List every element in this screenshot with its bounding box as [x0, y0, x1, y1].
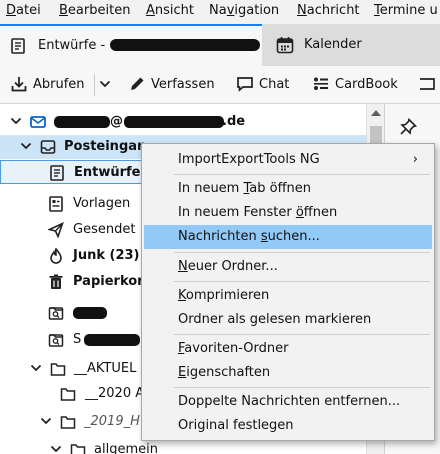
menu-separator — [174, 174, 430, 175]
pin-icon[interactable] — [399, 118, 417, 136]
folder-aktuell-label: __AKTUEL — [74, 361, 137, 376]
folder-icon — [60, 388, 76, 401]
chevron-down-icon — [99, 80, 111, 88]
menu-item-mark-folder-read[interactable]: Ordner als gelesen markieren — [144, 308, 432, 332]
trash-icon — [49, 274, 63, 289]
menu-item-open-in-tab[interactable]: In neuem Tab öffnen — [144, 177, 432, 201]
folder-sent-label: Gesendet — [73, 222, 136, 237]
inbox-icon — [40, 140, 56, 154]
menu-separator — [174, 387, 430, 388]
toolbar-overflow-button[interactable] — [418, 75, 436, 93]
toolbar-divider — [94, 74, 95, 96]
redacted-text — [54, 116, 110, 128]
menubar: Datei Bearbeiten Ansicht Navigation Nach… — [0, 0, 440, 24]
folder-junk-label: Junk (23) — [73, 248, 140, 263]
menu-separator — [174, 252, 430, 253]
tab-calendar-label: Kalender — [304, 37, 362, 52]
fetch-label: Abrufen — [33, 76, 85, 92]
account-row[interactable]: @ .de — [0, 110, 366, 134]
menu-termine[interactable]: Termine u — [374, 3, 438, 18]
redacted-text — [84, 334, 140, 346]
menu-separator — [174, 281, 430, 282]
menu-item-search-messages[interactable]: Nachrichten suchen... — [144, 225, 432, 249]
pencil-icon — [131, 77, 144, 90]
cardbook-button[interactable]: CardBook — [312, 75, 398, 93]
compose-button[interactable]: Verfassen — [128, 75, 215, 93]
chevron-down-icon[interactable] — [20, 140, 32, 152]
templates-icon — [49, 196, 63, 212]
menu-datei[interactable]: Datei — [6, 3, 41, 18]
menu-navigation[interactable]: Navigation — [209, 3, 279, 18]
menu-nachricht[interactable]: Nachricht — [297, 3, 360, 18]
menu-item-favorite-folder[interactable]: Favoriten-Ordner — [144, 337, 432, 361]
folder-2019-label: _2019_H — [84, 414, 140, 429]
fetch-dropdown-button[interactable] — [99, 79, 111, 89]
download-icon — [11, 77, 27, 92]
submenu-arrow-icon: › — [412, 152, 418, 167]
compose-label: Verfassen — [151, 76, 215, 92]
chat-label: Chat — [259, 76, 290, 92]
redacted-text — [124, 116, 224, 128]
drafts-icon — [11, 38, 25, 54]
menu-bearbeiten[interactable]: Bearbeiten — [59, 3, 130, 18]
menu-separator — [174, 334, 430, 335]
folder-drafts-label: Entwürfe — [74, 165, 141, 180]
menu-item-importexporttools[interactable]: ImportExportTools NG › — [144, 148, 432, 172]
fetch-button[interactable]: Abrufen — [10, 75, 85, 93]
tab-drafts[interactable]: Entwürfe - — [0, 24, 262, 66]
folder-icon — [60, 416, 76, 429]
saved-search-icon — [48, 307, 64, 320]
chevron-down-icon[interactable] — [10, 115, 22, 127]
saved-search-icon — [48, 334, 64, 347]
folder-icon — [50, 363, 66, 376]
menu-item-compact[interactable]: Komprimieren — [144, 284, 432, 308]
folder-inbox-label: Posteingan — [64, 139, 147, 154]
chevron-down-icon[interactable] — [50, 443, 62, 454]
folder-trash-label: Papierkor — [73, 274, 144, 289]
account-at: @ — [110, 114, 123, 129]
mail-account-icon — [30, 116, 46, 128]
redacted-text — [73, 307, 107, 319]
menu-item-properties[interactable]: Eigenschaften — [144, 361, 432, 385]
chat-icon — [237, 77, 253, 92]
cardbook-label: CardBook — [335, 76, 398, 92]
scroll-up-arrow-icon[interactable] — [371, 110, 381, 116]
menu-item-new-folder[interactable]: Neuer Ordner... — [144, 255, 432, 279]
folder-saved-search-label: S — [73, 332, 82, 347]
folder-templates-label: Vorlagen — [73, 196, 131, 211]
overflow-icon — [420, 78, 435, 90]
tab-drafts-label: Entwürfe - — [38, 38, 106, 53]
folder-allgemein-label: allgemein — [94, 442, 158, 454]
folder-context-menu: ImportExportTools NG › In neuem Tab öffn… — [141, 143, 435, 441]
calendar-icon — [276, 37, 294, 54]
folder-icon — [70, 444, 86, 454]
mail-toolbar: Abrufen Verfassen Chat CardBook — [0, 66, 440, 104]
chevron-down-icon[interactable] — [30, 362, 42, 374]
chat-button[interactable]: Chat — [236, 75, 289, 93]
account-domain: .de — [222, 114, 246, 129]
folder-2020-label: __2020 A — [85, 386, 145, 401]
drafts-icon — [50, 165, 64, 181]
tab-calendar[interactable]: Kalender — [262, 24, 440, 66]
menu-item-open-in-window[interactable]: In neuem Fenster öffnen — [144, 201, 432, 225]
menu-ansicht[interactable]: Ansicht — [146, 3, 194, 18]
junk-icon — [50, 248, 62, 264]
chevron-down-icon[interactable] — [40, 415, 52, 427]
menu-item-set-original[interactable]: Original festlegen — [144, 414, 432, 438]
sent-icon — [48, 222, 64, 238]
cardbook-icon — [314, 77, 328, 90]
redacted-email — [110, 39, 260, 51]
menu-item-remove-duplicates[interactable]: Doppelte Nachrichten entfernen... — [144, 390, 432, 414]
